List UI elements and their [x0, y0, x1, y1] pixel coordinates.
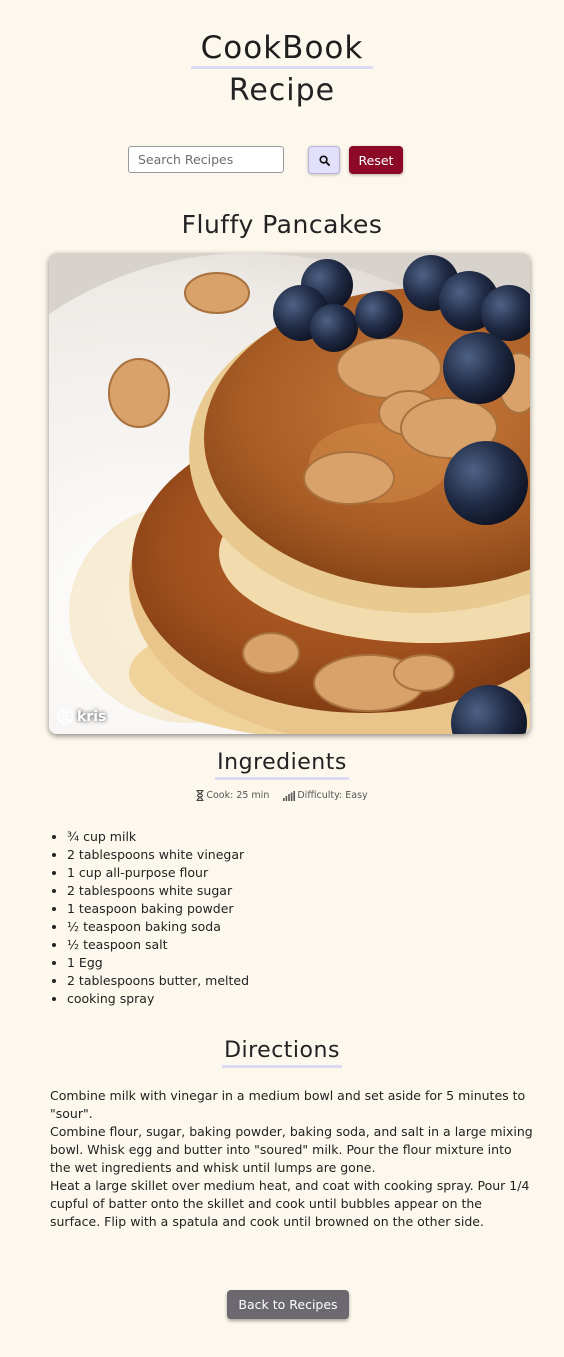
ingredients-list: ¾ cup milk 2 tablespoons white vinegar 1…	[50, 828, 249, 1008]
difficulty-text: Difficulty: Easy	[297, 790, 368, 801]
difficulty: Difficulty: Easy	[283, 790, 368, 801]
search-button[interactable]	[308, 146, 340, 174]
list-item: ½ teaspoon salt	[67, 936, 249, 954]
search-input[interactable]	[128, 146, 284, 173]
direction-step: Combine milk with vinegar in a medium bo…	[50, 1088, 526, 1121]
reset-button[interactable]: Reset	[349, 146, 403, 174]
cook-time-text: Cook: 25 min	[206, 790, 270, 801]
list-item: 2 tablespoons butter, melted	[67, 972, 249, 990]
list-item: 1 cup all-purpose flour	[67, 864, 249, 882]
ingredients-heading-wrap: Ingredients	[0, 750, 564, 780]
directions-heading: Directions	[222, 1038, 342, 1068]
back-to-recipes-button[interactable]: Back to Recipes	[227, 1290, 349, 1319]
list-item: 1 teaspoon baking powder	[67, 900, 249, 918]
recipe-image: kris	[49, 253, 530, 734]
list-item: ¾ cup milk	[67, 828, 249, 846]
recipe-meta: Cook: 25 min Difficulty: Easy	[0, 790, 564, 801]
direction-step: Heat a large skillet over medium heat, a…	[50, 1178, 530, 1229]
pancake-photo	[49, 253, 530, 734]
search-icon	[318, 154, 330, 166]
hourglass-icon	[196, 790, 204, 801]
site-header: CookBook Recipe	[0, 0, 564, 111]
list-item: ½ teaspoon baking soda	[67, 918, 249, 936]
site-title: CookBook	[190, 30, 374, 69]
directions-heading-wrap: Directions	[0, 1038, 564, 1068]
list-item: 1 Egg	[67, 954, 249, 972]
image-author: kris	[57, 708, 106, 725]
search-bar: Reset	[0, 146, 564, 176]
list-item: 2 tablespoons white vinegar	[67, 846, 249, 864]
signal-bars-icon	[283, 790, 296, 801]
author-name: kris	[77, 708, 107, 725]
cook-time: Cook: 25 min	[196, 790, 269, 801]
directions-text: Combine milk with vinegar in a medium bo…	[50, 1087, 534, 1231]
list-item: cooking spray	[67, 990, 249, 1008]
direction-step: Combine flour, sugar, baking powder, bak…	[50, 1124, 533, 1175]
user-circle-icon	[57, 708, 74, 725]
ingredients-heading: Ingredients	[215, 750, 349, 780]
page-subtitle: Recipe	[228, 73, 336, 108]
list-item: 2 tablespoons white sugar	[67, 882, 249, 900]
recipe-title: Fluffy Pancakes	[181, 210, 383, 239]
